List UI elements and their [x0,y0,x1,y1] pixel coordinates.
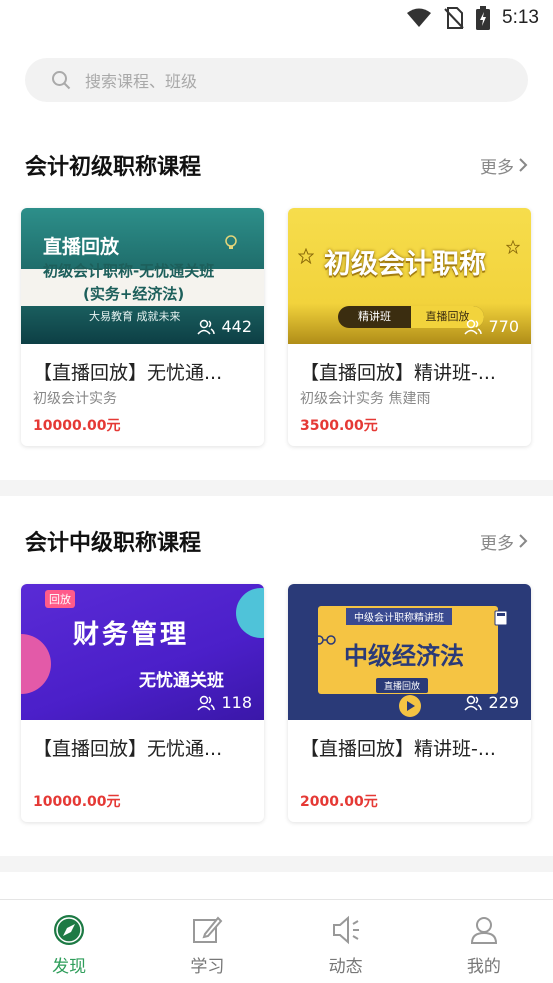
course-card[interactable]: 直播回放 初级会计职称-无忧通关班 (实务+经济法) 大易教育 成就未来 442… [21,208,264,446]
thumb-line1: 无忧通关班 [139,671,224,691]
more-label: 更多 [480,533,514,554]
play-icon [399,695,421,717]
course-thumbnail: 直播回放 初级会计职称-无忧通关班 (实务+经济法) 大易教育 成就未来 442 [21,208,264,344]
viewer-number: 118 [221,693,252,712]
course-thumbnail: 初级会计职称 精讲班 直播回放 770 [288,208,531,344]
bottom-tab-bar: 发现 学习 动态 我的 [0,899,553,983]
thumb-tag-bar: 精讲班 直播回放 [338,306,484,328]
people-icon [197,319,216,335]
course-thumbnail: 中级会计职称精讲班 中级经济法 直播回放 229 [288,584,531,720]
glasses-icon [314,635,336,645]
tab-profile[interactable]: 我的 [415,900,553,983]
person-icon [470,917,497,944]
thumb-badge: 回放 [45,590,75,608]
course-title: 【直播回放】精讲班-... [300,362,496,384]
thumb-decor [236,588,264,638]
course-price: 3500.00元 [300,418,378,434]
search-icon [52,71,71,90]
search-placeholder: 搜索课程、班级 [85,72,198,91]
chevron-right-icon [519,534,528,548]
calculator-icon [494,610,508,626]
people-icon [464,695,483,711]
course-title: 【直播回放】无忧通... [33,738,223,760]
status-bar: 5:13 [0,0,553,38]
tab-label: 动态 [328,957,363,977]
viewer-count: 118 [197,693,252,712]
section-divider [0,856,553,872]
people-icon [464,319,483,335]
thumb-heading: 财务管理 [73,620,190,650]
people-icon [197,695,216,711]
tab-feed[interactable]: 动态 [277,900,415,983]
course-price: 10000.00元 [33,794,121,810]
course-thumbnail: 回放 财务管理 无忧通关班 118 [21,584,264,720]
thumb-line1: 初级会计职称-无忧通关班 [43,262,215,280]
no-sim-icon [444,7,464,29]
tab-label: 我的 [466,957,501,977]
section-title: 会计中级职称课程 [25,531,202,556]
thumb-tag: 直播回放 [376,678,429,693]
tab-label: 发现 [52,957,87,977]
thumb-line2: (实务+经济法) [83,285,185,303]
thumb-decor [21,634,51,694]
speaker-icon [332,915,359,945]
tab-study[interactable]: 学习 [138,900,276,983]
star-icon [298,248,314,264]
course-title: 【直播回放】无忧通... [33,362,223,384]
tab-label: 学习 [190,957,225,977]
course-card[interactable]: 中级会计职称精讲班 中级经济法 直播回放 229 【直播回放】精讲班-... 2… [288,584,531,822]
course-card[interactable]: 回放 财务管理 无忧通关班 118 【直播回放】无忧通... 10000.00元 [21,584,264,822]
tab-discover[interactable]: 发现 [0,900,138,983]
thumb-heading: 直播回放 [43,236,120,258]
compass-icon [54,915,85,945]
status-time: 5:13 [502,7,539,28]
viewer-number: 770 [488,317,519,336]
viewer-count: 229 [464,693,519,712]
more-label: 更多 [480,157,514,178]
viewer-count: 770 [464,317,519,336]
edit-icon [193,916,223,943]
course-subtitle: 初级会计实务 [33,391,117,407]
star-icon [506,240,520,254]
thumb-footer: 大易教育 成就未来 [89,310,181,323]
more-link[interactable]: 更多 [480,529,528,554]
thumb-heading: 中级经济法 [344,642,464,670]
course-title: 【直播回放】精讲班-... [300,738,496,760]
thumb-banner: 中级会计职称精讲班 [346,608,452,625]
search-input[interactable]: 搜索课程、班级 [25,58,528,102]
lightbulb-icon [225,235,237,249]
battery-charging-icon [476,6,491,30]
course-subtitle: 初级会计实务 焦建雨 [300,391,431,407]
section-divider [0,480,553,496]
section-title: 会计初级职称课程 [25,155,202,180]
chevron-right-icon [519,158,528,172]
more-link[interactable]: 更多 [480,153,528,178]
viewer-number: 442 [221,317,252,336]
course-price: 10000.00元 [33,418,121,434]
wifi-icon [407,8,432,27]
thumb-heading: 初级会计职称 [324,249,486,280]
viewer-count: 442 [197,317,252,336]
course-card[interactable]: 初级会计职称 精讲班 直播回放 770 【直播回放】精讲班-... 初级会计实务… [288,208,531,446]
viewer-number: 229 [488,693,519,712]
course-price: 2000.00元 [300,794,378,810]
thumb-tag1: 精讲班 [358,310,391,323]
